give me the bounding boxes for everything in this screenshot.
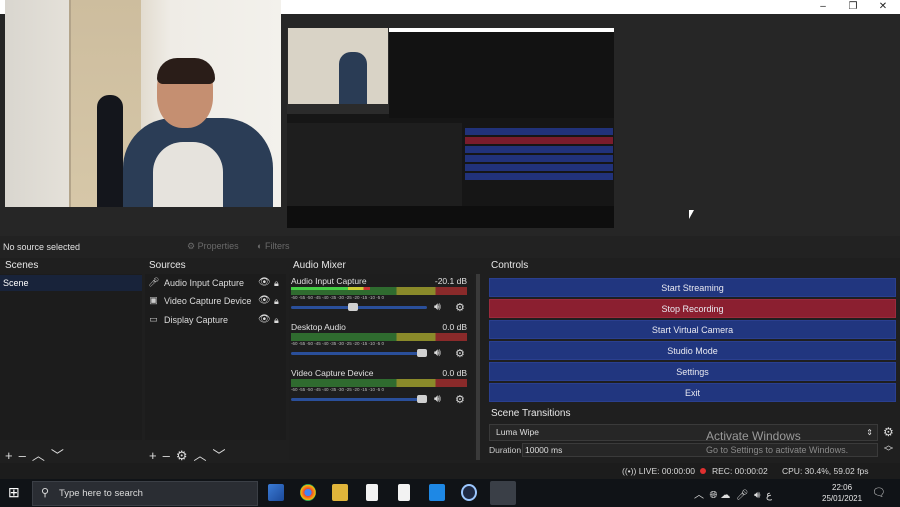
- volume-meter: [291, 333, 467, 341]
- taskbar-search-input[interactable]: ⚲ Type here to search: [32, 481, 258, 506]
- volume-slider-knob[interactable]: [417, 349, 427, 357]
- channel-db: 0.0 dB: [442, 368, 467, 378]
- stop-recording-button[interactable]: Stop Recording: [489, 299, 896, 318]
- task-view-icon[interactable]: [268, 484, 284, 501]
- start-virtual-camera-button[interactable]: Start Virtual Camera: [489, 320, 896, 339]
- lock-icon[interactable]: 🔒︎: [274, 312, 279, 328]
- windows-start-icon[interactable]: ⊞: [8, 484, 20, 501]
- gear-icon: ⚙: [187, 241, 196, 251]
- volume-slider[interactable]: [291, 352, 427, 355]
- rec-status: REC: 00:00:02: [712, 466, 768, 476]
- transition-select[interactable]: Luma Wipe ⇕: [489, 424, 878, 441]
- mixer-scrollbar[interactable]: [476, 274, 480, 460]
- maximize-button[interactable]: ❐: [838, 0, 868, 14]
- scene-item[interactable]: Scene: [0, 275, 142, 291]
- notification-icon[interactable]: 🗨︎: [872, 486, 886, 499]
- audio-mixer-title: Audio Mixer: [293, 260, 346, 271]
- mouse-cursor-icon: [689, 210, 699, 219]
- record-dot-icon: [700, 468, 706, 474]
- clock[interactable]: 22:06 25/01/2021: [822, 482, 862, 504]
- gear-icon[interactable]: ⚙: [455, 301, 465, 314]
- minimize-button[interactable]: –: [808, 0, 838, 14]
- speaker-icon[interactable]: 🔊︎: [434, 347, 441, 360]
- duration-spinner-icon[interactable]: ︿ ﹀: [884, 441, 893, 457]
- channel-db: -20.1 dB: [434, 276, 467, 286]
- source-item-display-capture[interactable]: ▭ Display Capture 👁︎ 🔒︎: [145, 312, 286, 328]
- scene-transitions-title: Scene Transitions: [491, 408, 571, 419]
- volume-meter-level: [291, 287, 370, 290]
- sources-toolbar: + – ⚙ ︿ ﹀: [149, 445, 232, 463]
- system-tray[interactable]: ︿ 🌐︎ ☁︎ 🎤︎ 🔊︎ ع: [694, 486, 772, 501]
- channel-name: Desktop Audio: [291, 322, 346, 332]
- camera-icon: ▣: [149, 295, 158, 305]
- transition-gear-icon[interactable]: ⚙: [883, 425, 894, 439]
- move-up-icon[interactable]: ︿: [193, 445, 206, 464]
- search-icon: ⚲: [41, 487, 50, 499]
- broadcast-icon: ((•)): [622, 466, 637, 476]
- speaker-icon[interactable]: 🔊︎: [434, 393, 441, 406]
- add-scene-button[interactable]: +: [5, 448, 13, 463]
- controls-title: Controls: [491, 260, 529, 271]
- channel-name: Video Capture Device: [291, 368, 374, 378]
- exit-button[interactable]: Exit: [489, 383, 896, 402]
- source-item-audio-input[interactable]: 🎤︎ Audio Input Capture 👁︎ 🔒︎: [145, 275, 286, 291]
- monitor-icon: ▭: [149, 314, 158, 324]
- live-status: ((•)) LIVE: 00:00:00: [622, 466, 695, 476]
- filters-button[interactable]: ◐ Filters: [257, 241, 289, 251]
- duration-label: Duration: [489, 445, 522, 455]
- lock-icon[interactable]: 🔒︎: [274, 275, 279, 291]
- move-up-icon[interactable]: ︿: [32, 445, 45, 464]
- display-capture-feed: [287, 28, 614, 228]
- speaker-icon[interactable]: 🔊︎: [434, 301, 441, 314]
- no-source-label: No source selected: [3, 242, 81, 252]
- close-button[interactable]: ✕: [868, 0, 898, 14]
- document-icon[interactable]: [398, 484, 410, 501]
- activate-windows-watermark: Activate Windows: [706, 429, 801, 443]
- file-explorer-icon[interactable]: [332, 484, 348, 501]
- updown-arrows-icon: ⇕: [866, 428, 873, 437]
- start-streaming-button[interactable]: Start Streaming: [489, 278, 896, 297]
- move-down-icon[interactable]: ﹀: [213, 445, 226, 464]
- sources-title: Sources: [149, 260, 186, 271]
- volume-slider-knob[interactable]: [417, 395, 427, 403]
- properties-button[interactable]: ⚙ Properties: [187, 241, 239, 252]
- visibility-eye-icon[interactable]: 👁︎: [258, 293, 271, 309]
- studio-mode-button[interactable]: Studio Mode: [489, 341, 896, 360]
- scenes-toolbar: + – ︿ ﹀: [5, 445, 70, 463]
- activate-windows-subtitle: Go to Settings to activate Windows.: [706, 445, 849, 455]
- channel-name: Audio Input Capture: [291, 276, 367, 286]
- filter-icon: ◐: [257, 241, 263, 251]
- mixer-channel: Video Capture Device 0.0 dB -60 -55 -50 -4…: [291, 368, 469, 412]
- app-f-icon[interactable]: [429, 484, 445, 501]
- microphone-icon: 🎤︎: [148, 277, 160, 287]
- gear-icon[interactable]: ⚙: [455, 393, 465, 406]
- obs-taskbar-icon[interactable]: [490, 481, 516, 505]
- volume-slider[interactable]: [291, 306, 427, 309]
- scenes-title: Scenes: [5, 260, 39, 271]
- source-settings-gear-icon[interactable]: ⚙: [176, 448, 188, 464]
- volume-slider-knob[interactable]: [348, 303, 358, 311]
- scenes-dock: [0, 274, 142, 440]
- lock-icon[interactable]: 🔒︎: [274, 293, 279, 309]
- zoom-like-icon[interactable]: [461, 484, 477, 501]
- add-source-button[interactable]: +: [149, 448, 157, 463]
- cpu-status: CPU: 30.4%, 59.02 fps: [782, 466, 869, 476]
- source-toolbar: [0, 236, 900, 258]
- visibility-eye-icon[interactable]: 👁︎: [258, 275, 271, 291]
- remove-source-button[interactable]: –: [163, 448, 170, 463]
- mixer-channel: Audio Input Capture -20.1 dB -60 -55 -50 -…: [291, 276, 469, 320]
- volume-slider[interactable]: [291, 398, 427, 401]
- document-icon[interactable]: [366, 484, 378, 501]
- chrome-icon[interactable]: [300, 484, 316, 501]
- source-item-video-capture[interactable]: ▣ Video Capture Device 👁︎ 🔒︎: [145, 293, 286, 309]
- volume-meter: [291, 379, 467, 387]
- mixer-channel: Desktop Audio 0.0 dB -60 -55 -50 -45 -40 -…: [291, 322, 469, 366]
- visibility-eye-icon[interactable]: 👁︎: [258, 312, 271, 328]
- remove-scene-button[interactable]: –: [19, 448, 26, 463]
- move-down-icon[interactable]: ﹀: [51, 445, 64, 464]
- gear-icon[interactable]: ⚙: [455, 347, 465, 360]
- channel-db: 0.0 dB: [442, 322, 467, 332]
- settings-button[interactable]: Settings: [489, 362, 896, 381]
- webcam-feed: [5, 0, 281, 207]
